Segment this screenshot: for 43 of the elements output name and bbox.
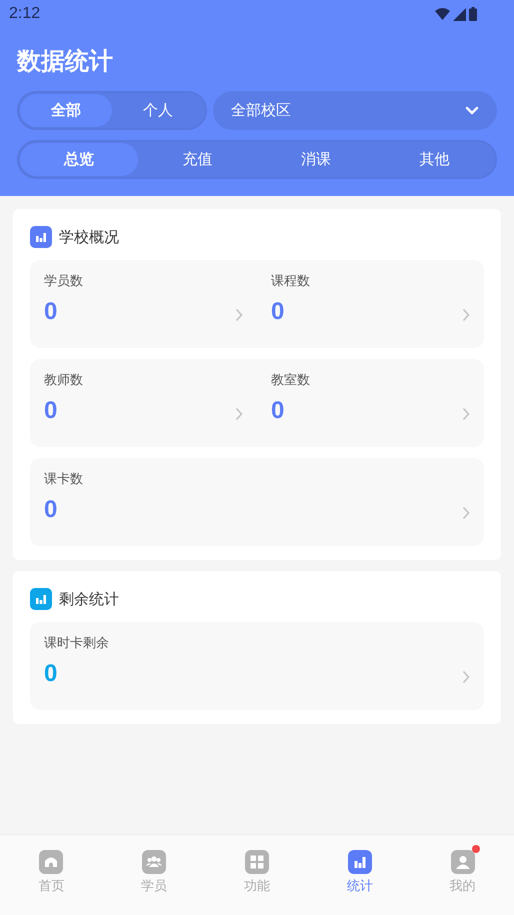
chevron-right-icon[interactable] bbox=[462, 670, 470, 684]
home-icon bbox=[39, 850, 64, 874]
nav-tab[interactable]: 学员 bbox=[102, 835, 206, 915]
stat-label: 课时卡剩余 bbox=[44, 635, 109, 652]
scope-tab[interactable]: 个人 bbox=[112, 94, 204, 127]
status-time: 2:12 bbox=[9, 5, 40, 23]
stat-value: 0 bbox=[44, 298, 58, 325]
stat-label: 学员数 bbox=[44, 273, 83, 290]
chevron-right-icon[interactable] bbox=[462, 308, 470, 322]
nav-tab[interactable]: 我的 bbox=[411, 835, 514, 915]
signal-icon bbox=[453, 8, 466, 20]
stat-value: 0 bbox=[44, 660, 58, 687]
section-title: 剩余统计 bbox=[59, 590, 119, 608]
chevron-right-icon[interactable] bbox=[235, 407, 243, 421]
campus-dropdown[interactable]: 全部校区 bbox=[213, 91, 497, 130]
stat-label: 教师数 bbox=[44, 372, 83, 389]
chevron-right-icon[interactable] bbox=[462, 407, 470, 421]
stat-value: 0 bbox=[271, 397, 284, 424]
stat-label: 课卡数 bbox=[44, 471, 83, 488]
battery-icon bbox=[469, 7, 477, 21]
chevron-down-icon bbox=[465, 106, 479, 115]
stat-value: 0 bbox=[44, 397, 58, 424]
stat-value: 0 bbox=[271, 298, 284, 325]
people-icon bbox=[142, 850, 166, 874]
category-tab[interactable]: 充值 bbox=[138, 143, 257, 176]
category-tab[interactable]: 总览 bbox=[20, 143, 138, 176]
nav-tab[interactable]: 统计 bbox=[308, 835, 412, 915]
category-tab[interactable]: 消课 bbox=[256, 143, 376, 176]
grid-icon bbox=[244, 850, 269, 874]
bar-chart-icon bbox=[348, 850, 372, 874]
chevron-right-icon[interactable] bbox=[235, 308, 243, 322]
chevron-right-icon[interactable] bbox=[462, 506, 470, 520]
wifi-icon bbox=[435, 8, 450, 20]
stat-label: 课程数 bbox=[271, 273, 310, 290]
nav-tab[interactable]: 功能 bbox=[206, 835, 308, 915]
user-icon bbox=[450, 850, 475, 874]
stat-value: 0 bbox=[44, 496, 58, 523]
nav-tab[interactable]: 首页 bbox=[0, 835, 103, 915]
scope-tab[interactable]: 全部 bbox=[20, 94, 112, 127]
page-title: 数据统计 bbox=[17, 46, 114, 77]
stat-label: 教室数 bbox=[271, 372, 310, 389]
section-title: 学校概况 bbox=[59, 228, 119, 246]
category-tab[interactable]: 其他 bbox=[375, 143, 494, 176]
